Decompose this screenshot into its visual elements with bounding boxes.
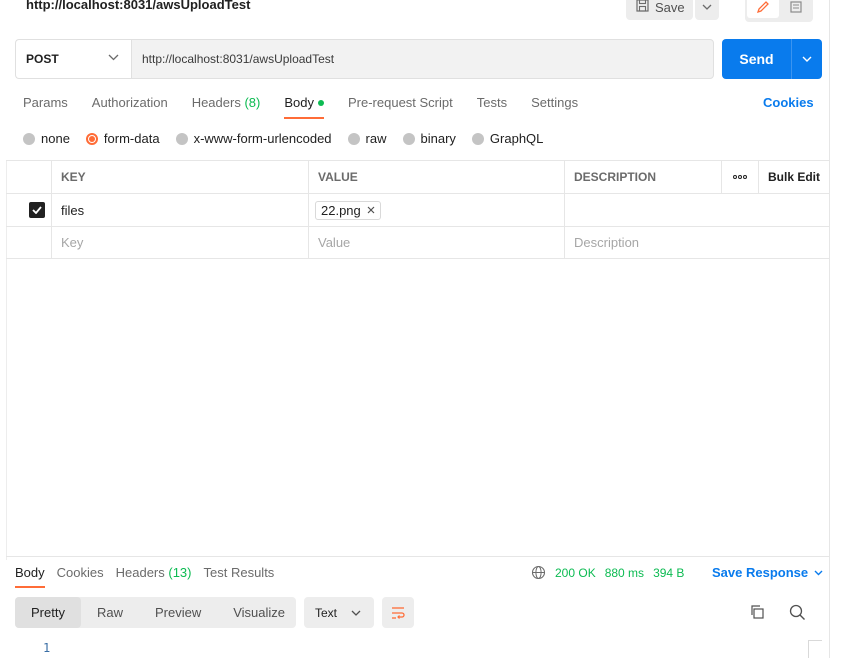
request-title[interactable]: http://localhost:8031/awsUploadTest [26,0,250,12]
chevron-down-icon [351,610,361,616]
url-text: http://localhost:8031/awsUploadTest [142,52,335,66]
tab-authorization[interactable]: Authorization [92,95,168,119]
body-indicator-dot [317,99,324,106]
response-tab-cookies[interactable]: Cookies [57,565,104,580]
column-header-key: KEY [51,161,308,193]
wrap-lines-icon [392,606,405,619]
radio-icon [402,132,415,145]
radio-icon [471,132,484,145]
response-time[interactable]: 880 ms [605,566,644,580]
table-header-row: KEY VALUE DESCRIPTION Bulk Edit [6,160,830,193]
headers-count: (8) [244,95,261,110]
radio-icon [347,132,360,145]
format-pretty[interactable]: Pretty [15,597,81,628]
bulk-edit-button[interactable]: Bulk Edit [758,161,830,193]
view-mode-toggle [745,0,813,22]
pencil-icon [756,1,769,14]
chevron-down-icon [108,54,119,61]
copy-icon[interactable] [749,604,765,623]
response-divider [6,556,830,557]
body-type-binary[interactable]: binary [402,131,456,146]
row-description-cell[interactable] [564,194,721,226]
tab-tests[interactable]: Tests [477,95,507,119]
response-format-tabs: Pretty Raw Preview Visualize [15,597,296,628]
response-status-bar: 200 OK 880 ms 394 B [531,565,684,580]
save-options-button[interactable] [695,0,719,20]
file-name: 22.png [321,202,361,218]
cookies-link[interactable]: Cookies [763,95,814,110]
form-data-table: KEY VALUE DESCRIPTION Bulk Edit files 22… [6,160,830,259]
globe-icon[interactable] [531,565,546,580]
response-tabs: Body Cookies Headers (13) Test Results [15,565,286,588]
body-type-graphql[interactable]: GraphQL [471,131,543,146]
row-enabled-checkbox[interactable] [29,202,45,218]
response-tab-body[interactable]: Body [15,565,45,588]
checkmark-icon [32,206,42,214]
response-tab-test-results[interactable]: Test Results [204,565,275,580]
tab-pre-request-script[interactable]: Pre-request Script [348,95,453,119]
format-preview[interactable]: Preview [139,597,217,628]
status-code[interactable]: 200 OK [555,566,596,580]
row-key-cell[interactable]: files [51,194,308,226]
more-dots-icon [733,175,747,179]
url-input[interactable]: http://localhost:8031/awsUploadTest [131,39,714,79]
body-type-form-data[interactable]: form-data [85,131,160,146]
scrollbar[interactable] [808,640,822,658]
radio-icon [175,132,188,145]
more-options-button[interactable] [721,161,758,193]
request-tabs: Params Authorization Headers (8) Body Pr… [23,95,602,119]
table-row-new: Key Value Description [6,226,830,259]
body-type-options: none form-data x-www-form-urlencoded raw… [23,131,559,146]
file-chip: 22.png [315,200,381,220]
table-row: files 22.png [6,193,830,226]
format-raw[interactable]: Raw [81,597,139,628]
response-headers-count: (13) [168,565,192,580]
new-description-input[interactable]: Description [564,227,830,258]
response-type-select[interactable]: Text [304,597,374,628]
radio-icon [23,132,35,145]
radio-selected-icon [85,132,98,145]
panel-border [829,0,830,658]
edit-mode-button[interactable] [747,0,779,18]
format-visualize[interactable]: Visualize [217,597,301,628]
save-label: Save [655,0,685,15]
chevron-down-icon [802,56,812,62]
body-type-raw[interactable]: raw [347,131,387,146]
line-number: 1 [43,641,51,655]
tab-headers[interactable]: Headers (8) [192,95,261,119]
response-type-label: Text [315,605,338,620]
search-icon[interactable] [789,604,806,624]
save-response-button[interactable]: Save Response [712,565,823,580]
column-header-description: DESCRIPTION [564,161,721,193]
send-button[interactable]: Send [722,39,791,79]
document-icon [790,1,802,13]
new-value-input[interactable]: Value [308,227,564,258]
save-button[interactable]: Save [626,0,693,20]
documentation-mode-button[interactable] [781,0,811,18]
save-icon [636,0,649,15]
row-value-cell[interactable]: 22.png [308,194,564,226]
tab-body[interactable]: Body [284,95,324,119]
chevron-down-icon [702,4,712,10]
close-icon[interactable] [367,206,375,214]
send-options-button[interactable] [791,39,822,79]
body-type-none[interactable]: none [23,131,70,146]
wrap-lines-button[interactable] [382,597,414,628]
method-label: POST [26,52,59,66]
tab-settings[interactable]: Settings [531,95,578,119]
response-tab-headers[interactable]: Headers (13) [116,565,192,580]
chevron-down-icon [814,570,823,575]
new-key-input[interactable]: Key [51,227,308,258]
column-header-value: VALUE [308,161,564,193]
body-type-urlencoded[interactable]: x-www-form-urlencoded [175,131,332,146]
tab-params[interactable]: Params [23,95,68,119]
response-size[interactable]: 394 B [653,566,684,580]
method-select[interactable]: POST [15,39,131,79]
